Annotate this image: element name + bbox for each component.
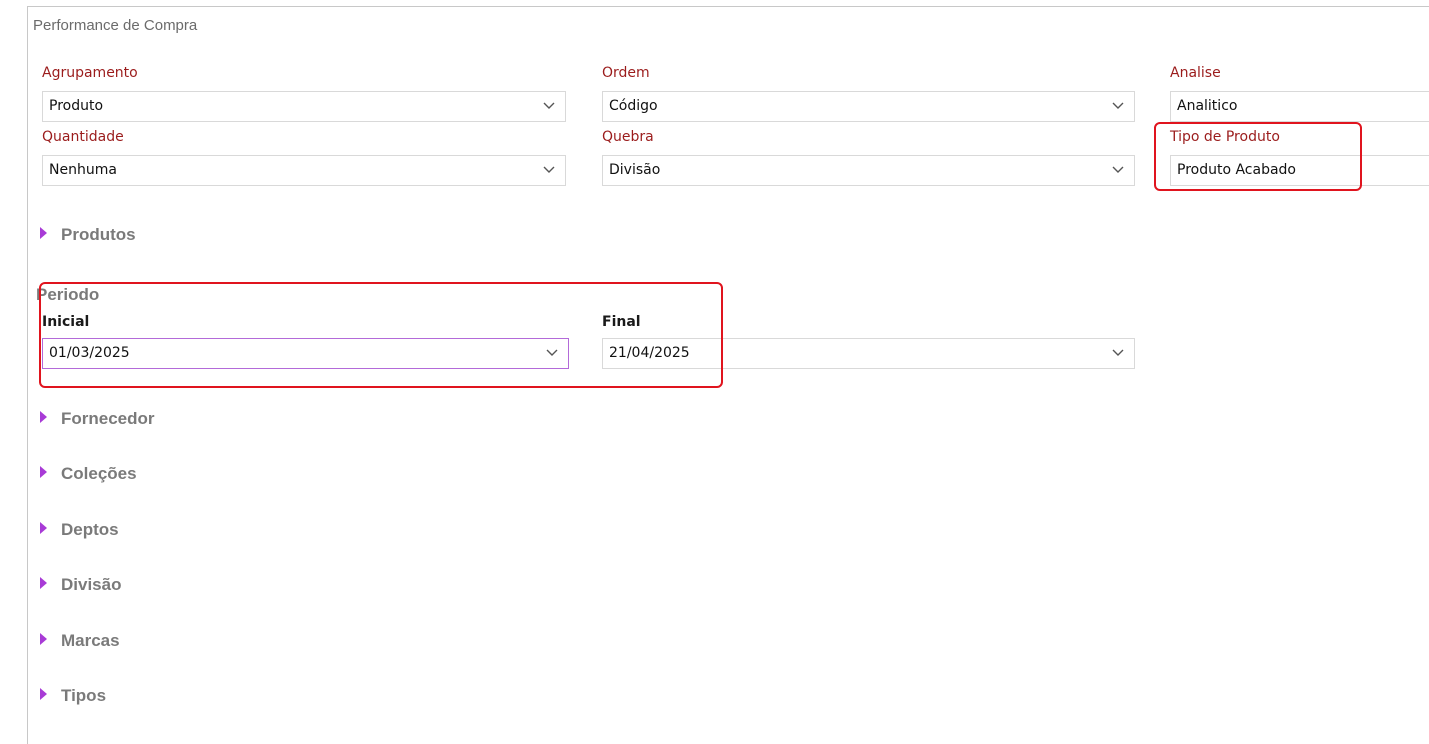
periodo-title: Periodo [36,285,100,304]
agrupamento-select[interactable]: Produto [42,91,566,122]
inicial-date-select[interactable]: 01/03/2025 [42,338,569,369]
ordem-select[interactable]: Código [602,91,1135,122]
ordem-label: Ordem [602,65,650,81]
section-colecoes-label: Coleções [61,464,137,483]
caret-right-icon [40,688,47,700]
analise-label: Analise [1170,65,1221,81]
caret-right-icon [40,522,47,534]
chevron-down-icon [1112,102,1124,109]
caret-right-icon [40,227,47,239]
section-colecoes[interactable]: Coleções [40,462,137,486]
section-produtos-label: Produtos [61,225,136,244]
chevron-down-icon [1112,349,1124,356]
section-fornecedor-label: Fornecedor [61,409,155,428]
final-value: 21/04/2025 [609,345,690,361]
caret-right-icon [40,411,47,423]
chevron-down-icon [543,166,555,173]
window-title: Performance de Compra [33,17,198,34]
quantidade-value: Nenhuma [49,162,117,178]
chevron-down-icon [1112,166,1124,173]
quebra-select[interactable]: Divisão [602,155,1135,186]
caret-right-icon [40,466,47,478]
quebra-value: Divisão [609,162,661,178]
caret-right-icon [40,633,47,645]
section-divisao-label: Divisão [61,575,122,594]
quantidade-label: Quantidade [42,129,124,145]
caret-right-icon [40,577,47,589]
section-divisao[interactable]: Divisão [40,573,121,597]
agrupamento-value: Produto [49,98,104,114]
analise-select[interactable]: Analitico [1170,91,1429,122]
tipo-produto-label: Tipo de Produto [1170,129,1280,145]
tipo-produto-select[interactable]: Produto Acabado [1170,155,1429,186]
final-date-select[interactable]: 21/04/2025 [602,338,1135,369]
section-fornecedor[interactable]: Fornecedor [40,407,155,431]
quebra-label: Quebra [602,129,654,145]
agrupamento-label: Agrupamento [42,65,138,81]
section-tipos[interactable]: Tipos [40,684,106,708]
inicial-label: Inicial [42,314,90,330]
inicial-value: 01/03/2025 [49,345,130,361]
section-deptos-label: Deptos [61,520,119,539]
section-marcas[interactable]: Marcas [40,629,120,653]
tipo-produto-value: Produto Acabado [1177,162,1296,178]
ordem-value: Código [609,98,658,114]
section-tipos-label: Tipos [61,686,107,705]
section-produtos[interactable]: Produtos [40,223,136,247]
final-label: Final [602,314,641,330]
section-marcas-label: Marcas [61,631,120,650]
chevron-down-icon [546,349,558,356]
chevron-down-icon [543,102,555,109]
section-deptos[interactable]: Deptos [40,518,119,542]
quantidade-select[interactable]: Nenhuma [42,155,566,186]
analise-value: Analitico [1177,98,1238,114]
